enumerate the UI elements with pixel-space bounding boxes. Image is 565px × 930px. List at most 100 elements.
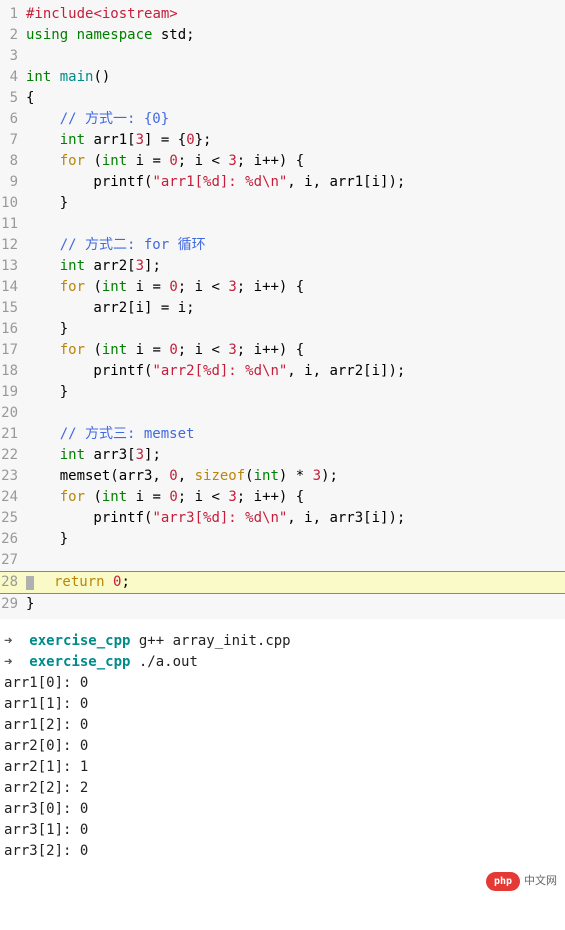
code-content: } <box>26 382 565 403</box>
terminal-output-line: arr1[2]: 0 <box>4 715 561 736</box>
terminal-output-line: arr3[0]: 0 <box>4 799 561 820</box>
code-content: for (int i = 0; i < 3; i++) { <box>26 151 565 172</box>
line-number: 6 <box>0 109 26 130</box>
line-number: 25 <box>0 508 26 529</box>
line-number: 23 <box>0 466 26 487</box>
cursor-icon <box>26 576 34 590</box>
line-number: 12 <box>0 235 26 256</box>
terminal-output-line: arr1[1]: 0 <box>4 694 561 715</box>
line-number: 20 <box>0 403 26 424</box>
code-line: 15 arr2[i] = i; <box>0 298 565 319</box>
line-number: 8 <box>0 151 26 172</box>
code-line: 24 for (int i = 0; i < 3; i++) { <box>0 487 565 508</box>
terminal-output-line: arr3[2]: 0 <box>4 841 561 862</box>
code-content: return 0; <box>26 572 565 593</box>
code-line: 1#include<iostream> <box>0 4 565 25</box>
code-content: // 方式三: memset <box>26 424 565 445</box>
code-line: 17 for (int i = 0; i < 3; i++) { <box>0 340 565 361</box>
code-content: arr2[i] = i; <box>26 298 565 319</box>
prompt-arrow-icon: ➜ <box>4 633 29 649</box>
code-line: 13 int arr2[3]; <box>0 256 565 277</box>
code-line: 6 // 方式一: {0} <box>0 109 565 130</box>
terminal-output-line: arr2[2]: 2 <box>4 778 561 799</box>
code-line: 19 } <box>0 382 565 403</box>
line-number: 22 <box>0 445 26 466</box>
line-number: 29 <box>0 594 26 615</box>
code-line: 10 } <box>0 193 565 214</box>
terminal-command-line: ➜ exercise_cpp g++ array_init.cpp <box>4 631 561 652</box>
terminal-command: g++ array_init.cpp <box>130 633 290 649</box>
code-line: 14 for (int i = 0; i < 3; i++) { <box>0 277 565 298</box>
line-number: 17 <box>0 340 26 361</box>
line-number: 26 <box>0 529 26 550</box>
prompt-arrow-icon: ➜ <box>4 654 29 670</box>
code-line: 25 printf("arr3[%d]: %d\n", i, arr3[i]); <box>0 508 565 529</box>
code-content: } <box>26 594 565 615</box>
code-line: 23 memset(arr3, 0, sizeof(int) * 3); <box>0 466 565 487</box>
terminal-command: ./a.out <box>130 654 197 670</box>
line-number: 18 <box>0 361 26 382</box>
terminal-output-line: arr2[0]: 0 <box>4 736 561 757</box>
code-line: 4int main() <box>0 67 565 88</box>
code-line: 3 <box>0 46 565 67</box>
code-line: 7 int arr1[3] = {0}; <box>0 130 565 151</box>
terminal-output-line: arr3[1]: 0 <box>4 820 561 841</box>
terminal-output-line: arr2[1]: 1 <box>4 757 561 778</box>
watermark: php 中文网 <box>486 872 557 891</box>
code-content: // 方式二: for 循环 <box>26 235 565 256</box>
line-number: 10 <box>0 193 26 214</box>
code-line: 26 } <box>0 529 565 550</box>
code-line: 29} <box>0 594 565 615</box>
code-line: 22 int arr3[3]; <box>0 445 565 466</box>
code-content: int main() <box>26 67 565 88</box>
line-number: 27 <box>0 550 26 571</box>
watermark-badge: php <box>486 872 520 891</box>
watermark-text: 中文网 <box>524 873 557 890</box>
code-line: 5{ <box>0 88 565 109</box>
code-content: } <box>26 193 565 214</box>
code-content: for (int i = 0; i < 3; i++) { <box>26 487 565 508</box>
code-line: 8 for (int i = 0; i < 3; i++) { <box>0 151 565 172</box>
code-line: 16 } <box>0 319 565 340</box>
line-number: 13 <box>0 256 26 277</box>
line-number: 7 <box>0 130 26 151</box>
line-number: 4 <box>0 67 26 88</box>
code-content: printf("arr1[%d]: %d\n", i, arr1[i]); <box>26 172 565 193</box>
code-line: 20 <box>0 403 565 424</box>
code-line: 11 <box>0 214 565 235</box>
code-line: 27 <box>0 550 565 571</box>
code-content: printf("arr3[%d]: %d\n", i, arr3[i]); <box>26 508 565 529</box>
line-number: 19 <box>0 382 26 403</box>
code-content: int arr1[3] = {0}; <box>26 130 565 151</box>
code-line: 2using namespace std; <box>0 25 565 46</box>
code-line: 9 printf("arr1[%d]: %d\n", i, arr1[i]); <box>0 172 565 193</box>
code-line: 18 printf("arr2[%d]: %d\n", i, arr2[i]); <box>0 361 565 382</box>
code-content: { <box>26 88 565 109</box>
code-content: } <box>26 529 565 550</box>
line-number: 9 <box>0 172 26 193</box>
code-content: int arr2[3]; <box>26 256 565 277</box>
line-number: 3 <box>0 46 26 67</box>
code-content: for (int i = 0; i < 3; i++) { <box>26 277 565 298</box>
code-content: // 方式一: {0} <box>26 109 565 130</box>
code-content: int arr3[3]; <box>26 445 565 466</box>
code-editor: 1#include<iostream>2using namespace std;… <box>0 0 565 619</box>
code-content: memset(arr3, 0, sizeof(int) * 3); <box>26 466 565 487</box>
code-line: 21 // 方式三: memset <box>0 424 565 445</box>
code-line: 28return 0; <box>0 571 565 594</box>
line-number: 24 <box>0 487 26 508</box>
line-number: 15 <box>0 298 26 319</box>
terminal-command-line: ➜ exercise_cpp ./a.out <box>4 652 561 673</box>
code-content: for (int i = 0; i < 3; i++) { <box>26 340 565 361</box>
code-content: } <box>26 319 565 340</box>
line-number: 16 <box>0 319 26 340</box>
line-number: 5 <box>0 88 26 109</box>
line-number: 1 <box>0 4 26 25</box>
code-content: printf("arr2[%d]: %d\n", i, arr2[i]); <box>26 361 565 382</box>
prompt-path: exercise_cpp <box>29 633 130 649</box>
code-line: 12 // 方式二: for 循环 <box>0 235 565 256</box>
line-number: 28 <box>0 572 26 593</box>
terminal-output-line: arr1[0]: 0 <box>4 673 561 694</box>
prompt-path: exercise_cpp <box>29 654 130 670</box>
line-number: 14 <box>0 277 26 298</box>
